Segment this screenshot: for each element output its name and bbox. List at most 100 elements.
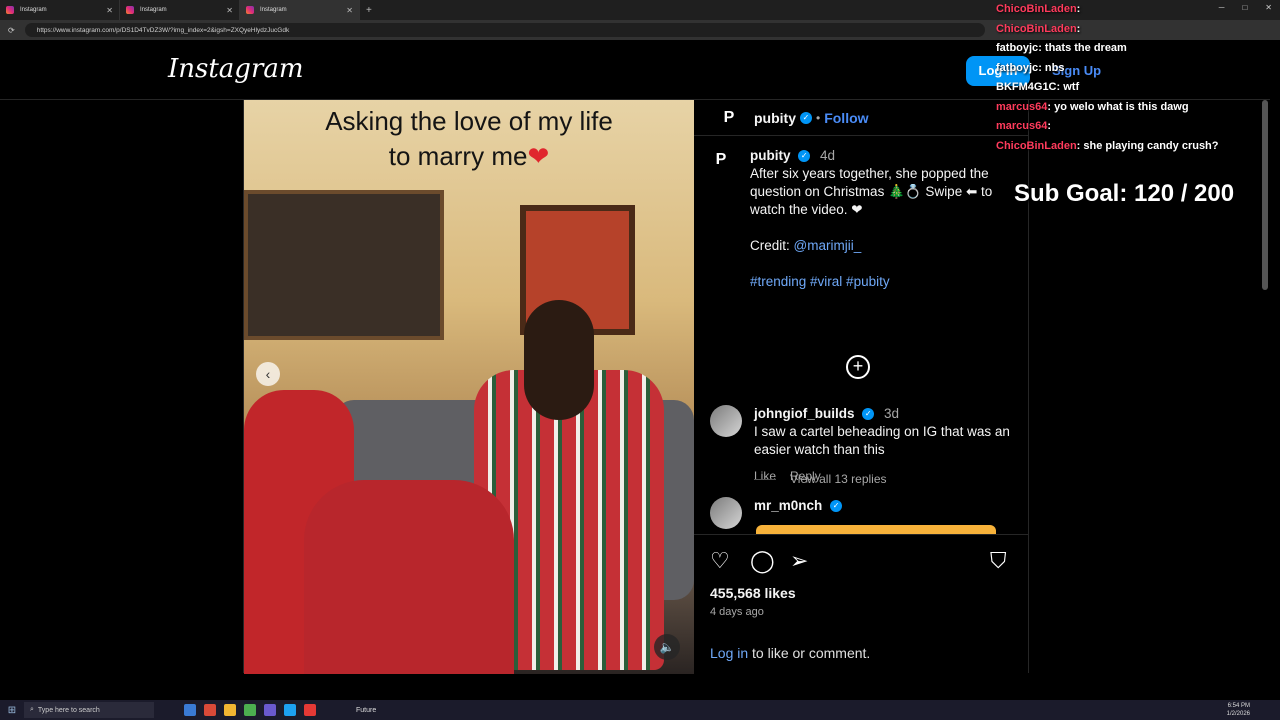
close-tab-icon[interactable]: ✕: [346, 6, 353, 15]
bookmark-icon[interactable]: ⛉: [990, 548, 1007, 574]
photo-hair: [524, 300, 594, 420]
carousel-prev-icon[interactable]: ‹: [256, 362, 280, 386]
instagram-favicon-icon: [246, 6, 254, 14]
browser-tab-active[interactable]: Instagram ✕: [240, 0, 360, 20]
reload-icon[interactable]: ⟳: [8, 26, 15, 35]
caption-text: After six years together, she popped the…: [750, 166, 993, 217]
instagram-logo[interactable]: Instagram: [168, 54, 304, 84]
follow-button[interactable]: Follow: [824, 110, 868, 126]
chat-username: BKFM4G1C: [996, 81, 1057, 93]
taskbar-media-title[interactable]: Future: [356, 707, 376, 714]
close-tab-icon[interactable]: ✕: [226, 6, 233, 15]
url-field[interactable]: https://www.instagram.com/p/DS1D4TvDZ3W/…: [24, 23, 985, 37]
caption-body: pubity ✓ 4d After six years together, sh…: [750, 147, 1010, 291]
stream-chat-overlay: ChicoBinLaden: ChicoBinLaden: fatboyjc: …: [996, 0, 1280, 156]
commenter-avatar[interactable]: [710, 405, 742, 437]
credit-handle-link[interactable]: @marimjii_: [794, 238, 862, 253]
comment-time: 3d: [884, 406, 900, 421]
commenter-avatar[interactable]: [710, 497, 742, 529]
chat-message: fatboyjc: thats the dream: [996, 42, 1127, 54]
chat-message: marcus64:: [996, 120, 1052, 132]
browser-tab[interactable]: Instagram ✕: [0, 0, 120, 20]
url-text: https://www.instagram.com/p/DS1D4TvDZ3W/…: [36, 26, 290, 34]
overlay-line-2-text: to marry me: [388, 141, 528, 171]
share-send-icon[interactable]: ➢: [790, 548, 808, 574]
chat-username: marcus64: [996, 120, 1048, 132]
tab-title: Instagram: [260, 7, 287, 13]
chat-text: nbs: [1044, 61, 1065, 74]
credit-line: Credit: @marimjii_: [750, 237, 1010, 255]
taskbar-clock[interactable]: 6:54 PM 1/2/2026: [1227, 702, 1250, 718]
post-sidebar: P pubity ✓ • Follow P pubity ✓ 4d After …: [694, 100, 1028, 674]
search-icon: ⌕: [30, 706, 34, 713]
comments-scroll-area[interactable]: P pubity ✓ 4d After six years together, …: [694, 137, 1028, 535]
chat-message: ChicoBinLaden:: [996, 22, 1081, 35]
post-caption: P pubity ✓ 4d After six years together, …: [710, 147, 1010, 291]
credit-label: Credit:: [750, 238, 790, 253]
chat-username: ChicoBinLaden: [996, 139, 1077, 152]
post-author-header: P pubity ✓ • Follow: [694, 100, 1028, 136]
chat-username: fatboyjc: [996, 42, 1039, 54]
verified-badge-icon: ✓: [800, 111, 812, 124]
tab-title: Instagram: [20, 7, 47, 13]
chat-message: ChicoBinLaden: she playing candy crush?: [996, 139, 1219, 152]
taskbar-app-icon[interactable]: [244, 704, 256, 716]
post-media[interactable]: Asking the love of my life to marry me❤ …: [244, 100, 694, 674]
taskbar-app-icon[interactable]: [224, 704, 236, 716]
post-card: Asking the love of my life to marry me❤ …: [243, 99, 1029, 674]
heart-emoji-icon: ❤: [527, 141, 550, 171]
chat-text: thats the dream: [1044, 42, 1127, 54]
separator-dot: •: [816, 110, 821, 125]
hashtags-link[interactable]: #trending #viral #pubity: [750, 273, 1010, 291]
taskbar-apps: [184, 704, 316, 716]
chat-message: ChicoBinLaden:: [996, 3, 1081, 15]
author-name[interactable]: pubity: [754, 110, 796, 126]
comment-text: I saw a cartel beheading on IG that was …: [754, 424, 1010, 457]
comment-bubble-icon[interactable]: ◯: [750, 548, 775, 574]
like-heart-icon[interactable]: ♡: [710, 548, 730, 574]
commenter-name[interactable]: johngiof_builds: [754, 406, 855, 421]
chat-text: wtf: [1063, 81, 1080, 93]
post-actions: ♡ ◯ ➢ ⛉: [710, 548, 1012, 576]
author-avatar[interactable]: P: [718, 106, 740, 129]
media-caption-overlay: Asking the love of my life to marry me❤: [244, 104, 694, 174]
search-placeholder: Type here to search: [37, 706, 100, 714]
view-replies-label: View all 13 replies: [790, 472, 887, 486]
browser-tab[interactable]: Instagram ✕: [120, 0, 240, 20]
author-avatar[interactable]: P: [710, 149, 732, 171]
instagram-favicon-icon: [126, 6, 134, 14]
taskbar-app-icon[interactable]: [184, 704, 196, 716]
taskbar-app-icon[interactable]: [284, 704, 296, 716]
commenter-name[interactable]: mr_m0nch: [754, 498, 822, 513]
login-link[interactable]: Log in: [710, 645, 748, 661]
taskbar-app-icon[interactable]: [204, 704, 216, 716]
clock-date: 1/2/2026: [1226, 711, 1250, 717]
chat-username: ChicoBinLaden: [996, 3, 1077, 15]
verified-badge-icon: ✓: [830, 500, 843, 513]
caption-time: 4d: [820, 148, 836, 163]
load-more-comments-icon[interactable]: +: [846, 355, 870, 379]
taskbar-search[interactable]: ⌕ Type here to search: [24, 702, 154, 718]
close-tab-icon[interactable]: ✕: [106, 6, 113, 15]
sub-goal-overlay: Sub Goal: 120 / 200: [1014, 180, 1235, 207]
chat-message: marcus64: yo welo what is this dawg: [996, 100, 1189, 113]
chat-username: marcus64: [996, 100, 1048, 113]
sound-icon[interactable]: 🔈: [654, 634, 680, 660]
taskbar-app-icon[interactable]: [304, 704, 316, 716]
chat-message: fatboyjc: nbs: [996, 61, 1065, 74]
overlay-line-1: Asking the love of my life: [325, 106, 613, 136]
caption-author[interactable]: pubity: [750, 148, 791, 163]
new-tab-button[interactable]: +: [366, 5, 372, 16]
likes-count[interactable]: 455,568 likes: [710, 585, 796, 601]
verified-badge-icon: ✓: [862, 408, 875, 421]
photo-window: [244, 190, 444, 340]
chat-message: BKFM4G1C: wtf: [996, 81, 1080, 93]
taskbar-app-icon[interactable]: [264, 704, 276, 716]
login-prompt: Log in to like or comment.: [710, 645, 870, 661]
chat-text: she playing candy crush?: [1083, 139, 1219, 152]
chat-username: ChicoBinLaden: [996, 22, 1077, 35]
instagram-favicon-icon: [6, 6, 14, 14]
windows-start-icon[interactable]: ⊞: [0, 705, 24, 716]
windows-taskbar: ⊞ ⌕ Type here to search Future 6:54 PM 1…: [0, 700, 1280, 720]
view-replies-button[interactable]: View all 13 replies: [754, 472, 887, 486]
